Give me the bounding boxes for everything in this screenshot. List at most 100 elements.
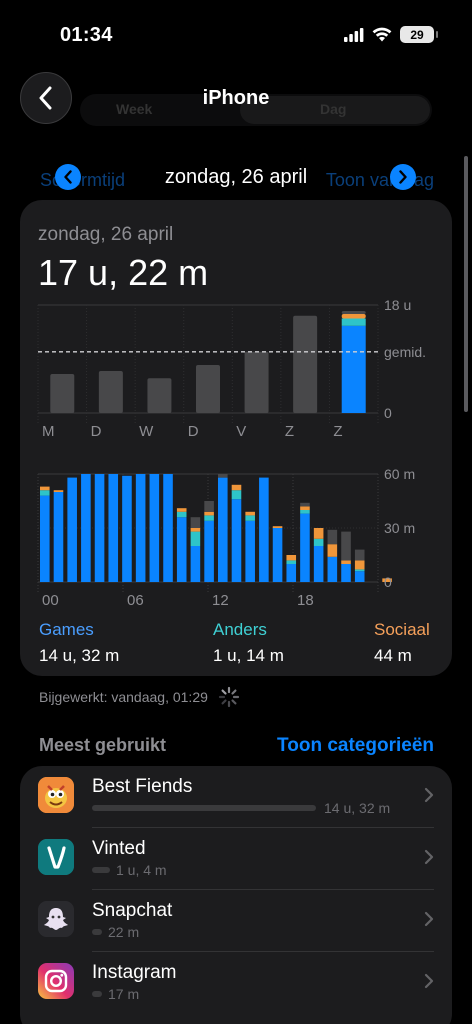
show-categories-link[interactable]: Toon categorieën — [277, 735, 434, 757]
most-used-list: Best Fiends 14 u, 32 m Vinted 1 u, 4 m S… — [20, 766, 452, 1024]
hourly-bar-segment — [300, 506, 310, 510]
hourly-bar-segment — [176, 508, 187, 512]
hourly-bar-segment — [231, 484, 242, 491]
hourly-bar-segment — [40, 486, 50, 491]
chevron-right-icon — [424, 787, 434, 803]
weekly-tick-label: Z — [285, 423, 294, 440]
hourly-bar-segment — [53, 490, 64, 492]
day-label: zondag, 26 april — [38, 224, 174, 245]
hourly-bar-segment — [190, 517, 201, 528]
weekly-tick-label: D — [188, 423, 199, 440]
app-row-vinted[interactable]: Vinted 1 u, 4 m — [20, 828, 452, 890]
hourly-bar-segment — [122, 475, 132, 582]
hourly-bar-segment — [341, 564, 351, 582]
hourly-bar-segment — [204, 515, 214, 521]
wifi-icon — [372, 27, 392, 42]
hourly-bar-segment — [354, 569, 365, 572]
hourly-bar-segment — [286, 564, 297, 582]
app-usage-time: 1 u, 4 m — [116, 862, 167, 878]
page-title: iPhone — [202, 87, 270, 109]
hourly-bar-segment — [190, 546, 201, 582]
instagram-icon — [38, 963, 74, 999]
hourly-bar-segment — [67, 477, 77, 582]
app-usage-time: 22 m — [108, 924, 140, 940]
app-name: Snapchat — [92, 900, 173, 921]
app-name: Instagram — [92, 962, 177, 983]
weekly-bar-segment — [341, 325, 366, 413]
status-icons: 29 — [344, 26, 438, 43]
scrollbar[interactable] — [464, 156, 468, 412]
hourly-tick-label: 12 — [212, 592, 229, 608]
cellular-signal-icon — [344, 27, 364, 42]
app-row-best-fiends[interactable]: Best Fiends 14 u, 32 m — [20, 766, 452, 828]
hourly-bar-segment — [40, 490, 50, 496]
hourly-bar-segment — [259, 477, 269, 582]
hourly-bar-segment — [204, 501, 214, 512]
app-row-instagram[interactable]: Instagram 17 m — [20, 952, 452, 1014]
weekly-bar-segment — [50, 374, 75, 413]
hourly-bar-segment — [327, 529, 338, 545]
date-navigator: Schermtijd Toon van dag zondag, 26 april — [0, 160, 472, 196]
screen-time-card: zondag, 26 april 17 u, 22 m M D W D V Z Zgemid… — [20, 200, 452, 676]
hourly-usage-chart[interactable]: 00 06 12 18 60 m 30 m 0 — [20, 466, 452, 608]
weekly-bar-segment — [98, 371, 123, 413]
next-day-button[interactable] — [390, 164, 416, 190]
hourly-tick-label: 06 — [127, 592, 144, 608]
hourly-tick-label: 00 — [42, 592, 59, 608]
hourly-bar-segment — [81, 474, 91, 582]
hourly-bar-segment — [300, 510, 310, 514]
hourly-bar-segment — [53, 492, 64, 582]
hourly-bar-segment — [245, 515, 255, 521]
updated-text: Bijgewerkt: vandaag, 01:29 — [39, 689, 208, 705]
hourly-bar-segment — [176, 517, 187, 582]
hourly-bar-segment — [149, 474, 160, 582]
hourly-bar-segment — [272, 526, 283, 528]
weekly-usage-chart[interactable]: M D W D V Z Zgemid. 18 u 0 — [20, 300, 452, 440]
chevron-right-icon — [424, 973, 434, 989]
legend-anders-label: Anders — [213, 620, 267, 639]
hourly-bar-segment — [163, 474, 173, 582]
hourly-bar-segment — [272, 528, 283, 582]
loading-spinner-icon — [218, 686, 239, 708]
hourly-bar-segment — [327, 556, 338, 582]
hourly-bar-segment — [190, 528, 201, 532]
usage-bar — [92, 867, 110, 873]
hourly-bar-segment — [108, 474, 119, 582]
legend-games-value: 14 u, 32 m — [39, 646, 120, 665]
hourly-bar-segment — [300, 513, 310, 582]
usage-bar — [92, 991, 102, 997]
chevron-right-icon — [424, 849, 434, 865]
weekly-tick-label: V — [236, 423, 246, 440]
hourly-bar-segment — [313, 546, 324, 582]
legend-sociaal-label: Sociaal — [374, 620, 430, 639]
app-row-snapchat[interactable]: Snapchat 22 m — [20, 890, 452, 952]
weekly-bar-segment — [147, 378, 172, 413]
hourly-y-tick-label: 0 — [384, 574, 392, 590]
status-bar: 01:34 29 — [0, 0, 472, 70]
updated-status: Bijgewerkt: vandaag, 01:29 — [39, 686, 240, 708]
weekly-bar-segment — [341, 318, 366, 326]
hourly-bar-segment — [327, 544, 338, 557]
average-label: gemid. — [384, 344, 426, 360]
hourly-bar-segment — [135, 474, 146, 582]
app-name: Best Fiends — [92, 776, 193, 797]
hourly-bar-segment — [286, 560, 297, 564]
status-time: 01:34 — [60, 24, 113, 46]
usage-bar — [92, 805, 316, 811]
nav-bar: Week Dag iPhone — [0, 70, 472, 130]
y-tick-label: 0 — [384, 405, 392, 421]
legend-games: Games 14 u, 32 m — [39, 620, 119, 666]
hourly-bar-segment — [354, 571, 365, 582]
hourly-y-tick-label: 60 m — [384, 466, 415, 482]
hourly-y-tick-label: 30 m — [384, 520, 415, 536]
hourly-bar-segment — [313, 538, 324, 546]
weekly-bar-segment — [196, 365, 220, 413]
hourly-bar-segment — [300, 502, 310, 507]
hourly-bar-segment — [354, 549, 365, 561]
legend-sociaal-value: 44 m — [374, 646, 412, 665]
weekly-tick-label: Z — [333, 423, 342, 440]
hourly-bar-segment — [341, 531, 351, 561]
weekly-bar-segment — [341, 311, 366, 315]
hourly-bar-segment — [245, 520, 255, 582]
chevron-right-icon — [399, 170, 407, 184]
